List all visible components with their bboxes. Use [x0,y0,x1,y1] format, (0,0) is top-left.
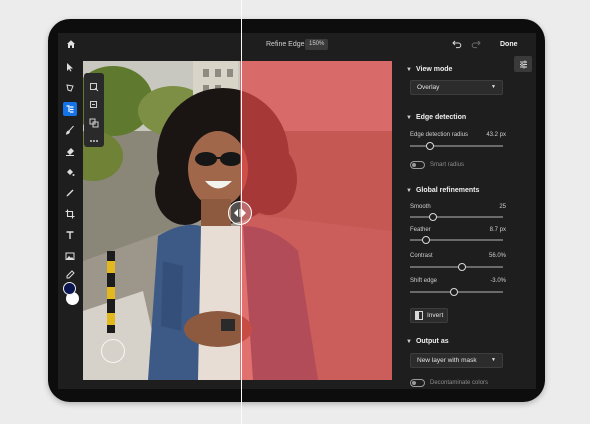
output-dropdown[interactable]: New layer with mask ▼ [410,353,503,368]
lasso-icon [66,84,74,92]
top-bar: Refine Edge 150% Done [58,33,536,56]
eyedropper-icon [66,270,75,279]
lasso-tool[interactable] [63,81,77,95]
contrast-thumb[interactable] [458,262,467,271]
image-icon [65,252,75,260]
undo-icon[interactable] [452,39,462,49]
feather-value[interactable]: 8.7 px [490,227,506,233]
invert-icon [415,311,423,320]
properties-panel: ▼ View mode Overlay ▼ ▼ Edge detection Edg… [402,56,526,389]
invert-button[interactable]: Invert [410,308,448,323]
page-title: Refine Edge [266,41,305,48]
brush-cursor [101,339,125,363]
home-icon[interactable] [66,39,76,49]
select-tool[interactable] [63,60,77,74]
mask-overlay [240,61,392,380]
chevron-down-icon: ▼ [406,339,412,345]
edge-radius-slider[interactable] [410,141,503,150]
edge-radius-thumb[interactable] [426,141,435,150]
chevron-down-icon: ▼ [491,84,496,90]
smart-radius-label: Smart radius [430,162,465,168]
smooth-thumb[interactable] [429,212,438,221]
chevron-down-icon: ▼ [406,67,412,73]
global-refinements-heading: Global refinements [415,187,480,194]
eyedropper-tool[interactable] [63,268,77,282]
subtract-refine-icon[interactable] [89,97,99,108]
crop-icon [65,209,75,219]
invert-label: Invert [427,312,444,319]
decontaminate-toggle[interactable] [410,379,425,387]
chevron-down-icon: ▼ [406,115,412,121]
edge-radius-value[interactable]: 43.2 px [486,132,506,138]
shift-edge-label: Shift edge [410,278,438,284]
image-tool[interactable] [63,249,77,263]
done-button[interactable]: Done [500,41,518,48]
split-arrows-icon [234,209,246,217]
decontaminate-label: Decontaminate colors [430,380,489,386]
zoom-level[interactable]: 150% [305,39,329,50]
healing-tool[interactable] [63,186,77,200]
view-mode-heading: View mode [415,66,453,73]
panel-settings-icon [519,60,527,68]
more-options-icon[interactable] [89,133,99,143]
contrast-slider[interactable] [410,262,503,271]
refine-brush-icon [66,105,74,113]
refine-edge-tool[interactable] [63,102,77,116]
text-icon [66,231,74,239]
foreground-color-swatch[interactable] [63,282,76,295]
feather-slider[interactable] [410,235,503,244]
redo-icon[interactable] [471,39,481,49]
view-mode-dropdown[interactable]: Overlay ▼ [410,80,503,95]
output-section[interactable]: ▼ Output as [406,338,449,345]
shift-edge-slider[interactable] [410,287,503,296]
feather-thumb[interactable] [421,235,430,244]
text-tool[interactable] [63,228,77,242]
edge-radius-label: Edge detection radius [410,132,469,138]
smooth-label: Smooth [410,204,431,210]
arrow-pointer-icon [67,63,73,72]
refine-tool-flyout [84,73,104,147]
pen-icon [66,189,74,197]
output-value: New layer with mask [417,357,477,364]
split-view-handle[interactable] [228,201,252,225]
smooth-slider[interactable] [410,212,503,221]
contrast-value[interactable]: 56.0% [489,253,506,259]
eraser-tool[interactable] [63,144,77,158]
smooth-value[interactable]: 25 [499,204,506,210]
view-mode-value: Overlay [417,84,440,91]
brush-tool[interactable] [63,123,77,137]
contrast-label: Contrast [410,253,433,259]
fill-tool[interactable] [63,165,77,179]
panel-settings-button[interactable] [514,56,532,72]
global-refinements-section[interactable]: ▼ Global refinements [406,187,479,194]
eraser-icon [66,148,74,156]
intersect-refine-icon[interactable] [89,115,99,128]
brush-icon [65,125,74,135]
app-screen: Refine Edge 150% Done ▼ View mode Overla… [58,33,536,389]
shift-edge-value[interactable]: -3.0% [490,278,506,284]
paint-bucket-icon [67,169,75,176]
feather-label: Feather [410,227,431,233]
chevron-down-icon: ▼ [491,357,496,363]
add-refine-icon[interactable] [89,79,99,92]
edge-detection-heading: Edge detection [415,114,467,121]
smart-radius-toggle[interactable] [410,161,425,169]
tool-bar [58,56,82,389]
output-heading: Output as [415,338,449,345]
comparison-divider-line[interactable] [241,0,242,424]
edge-detection-section[interactable]: ▼ Edge detection [406,114,466,121]
chevron-down-icon: ▼ [406,188,412,194]
shift-edge-thumb[interactable] [449,287,458,296]
canvas[interactable] [83,61,392,380]
crop-tool[interactable] [63,207,77,221]
view-mode-section[interactable]: ▼ View mode [406,66,452,73]
